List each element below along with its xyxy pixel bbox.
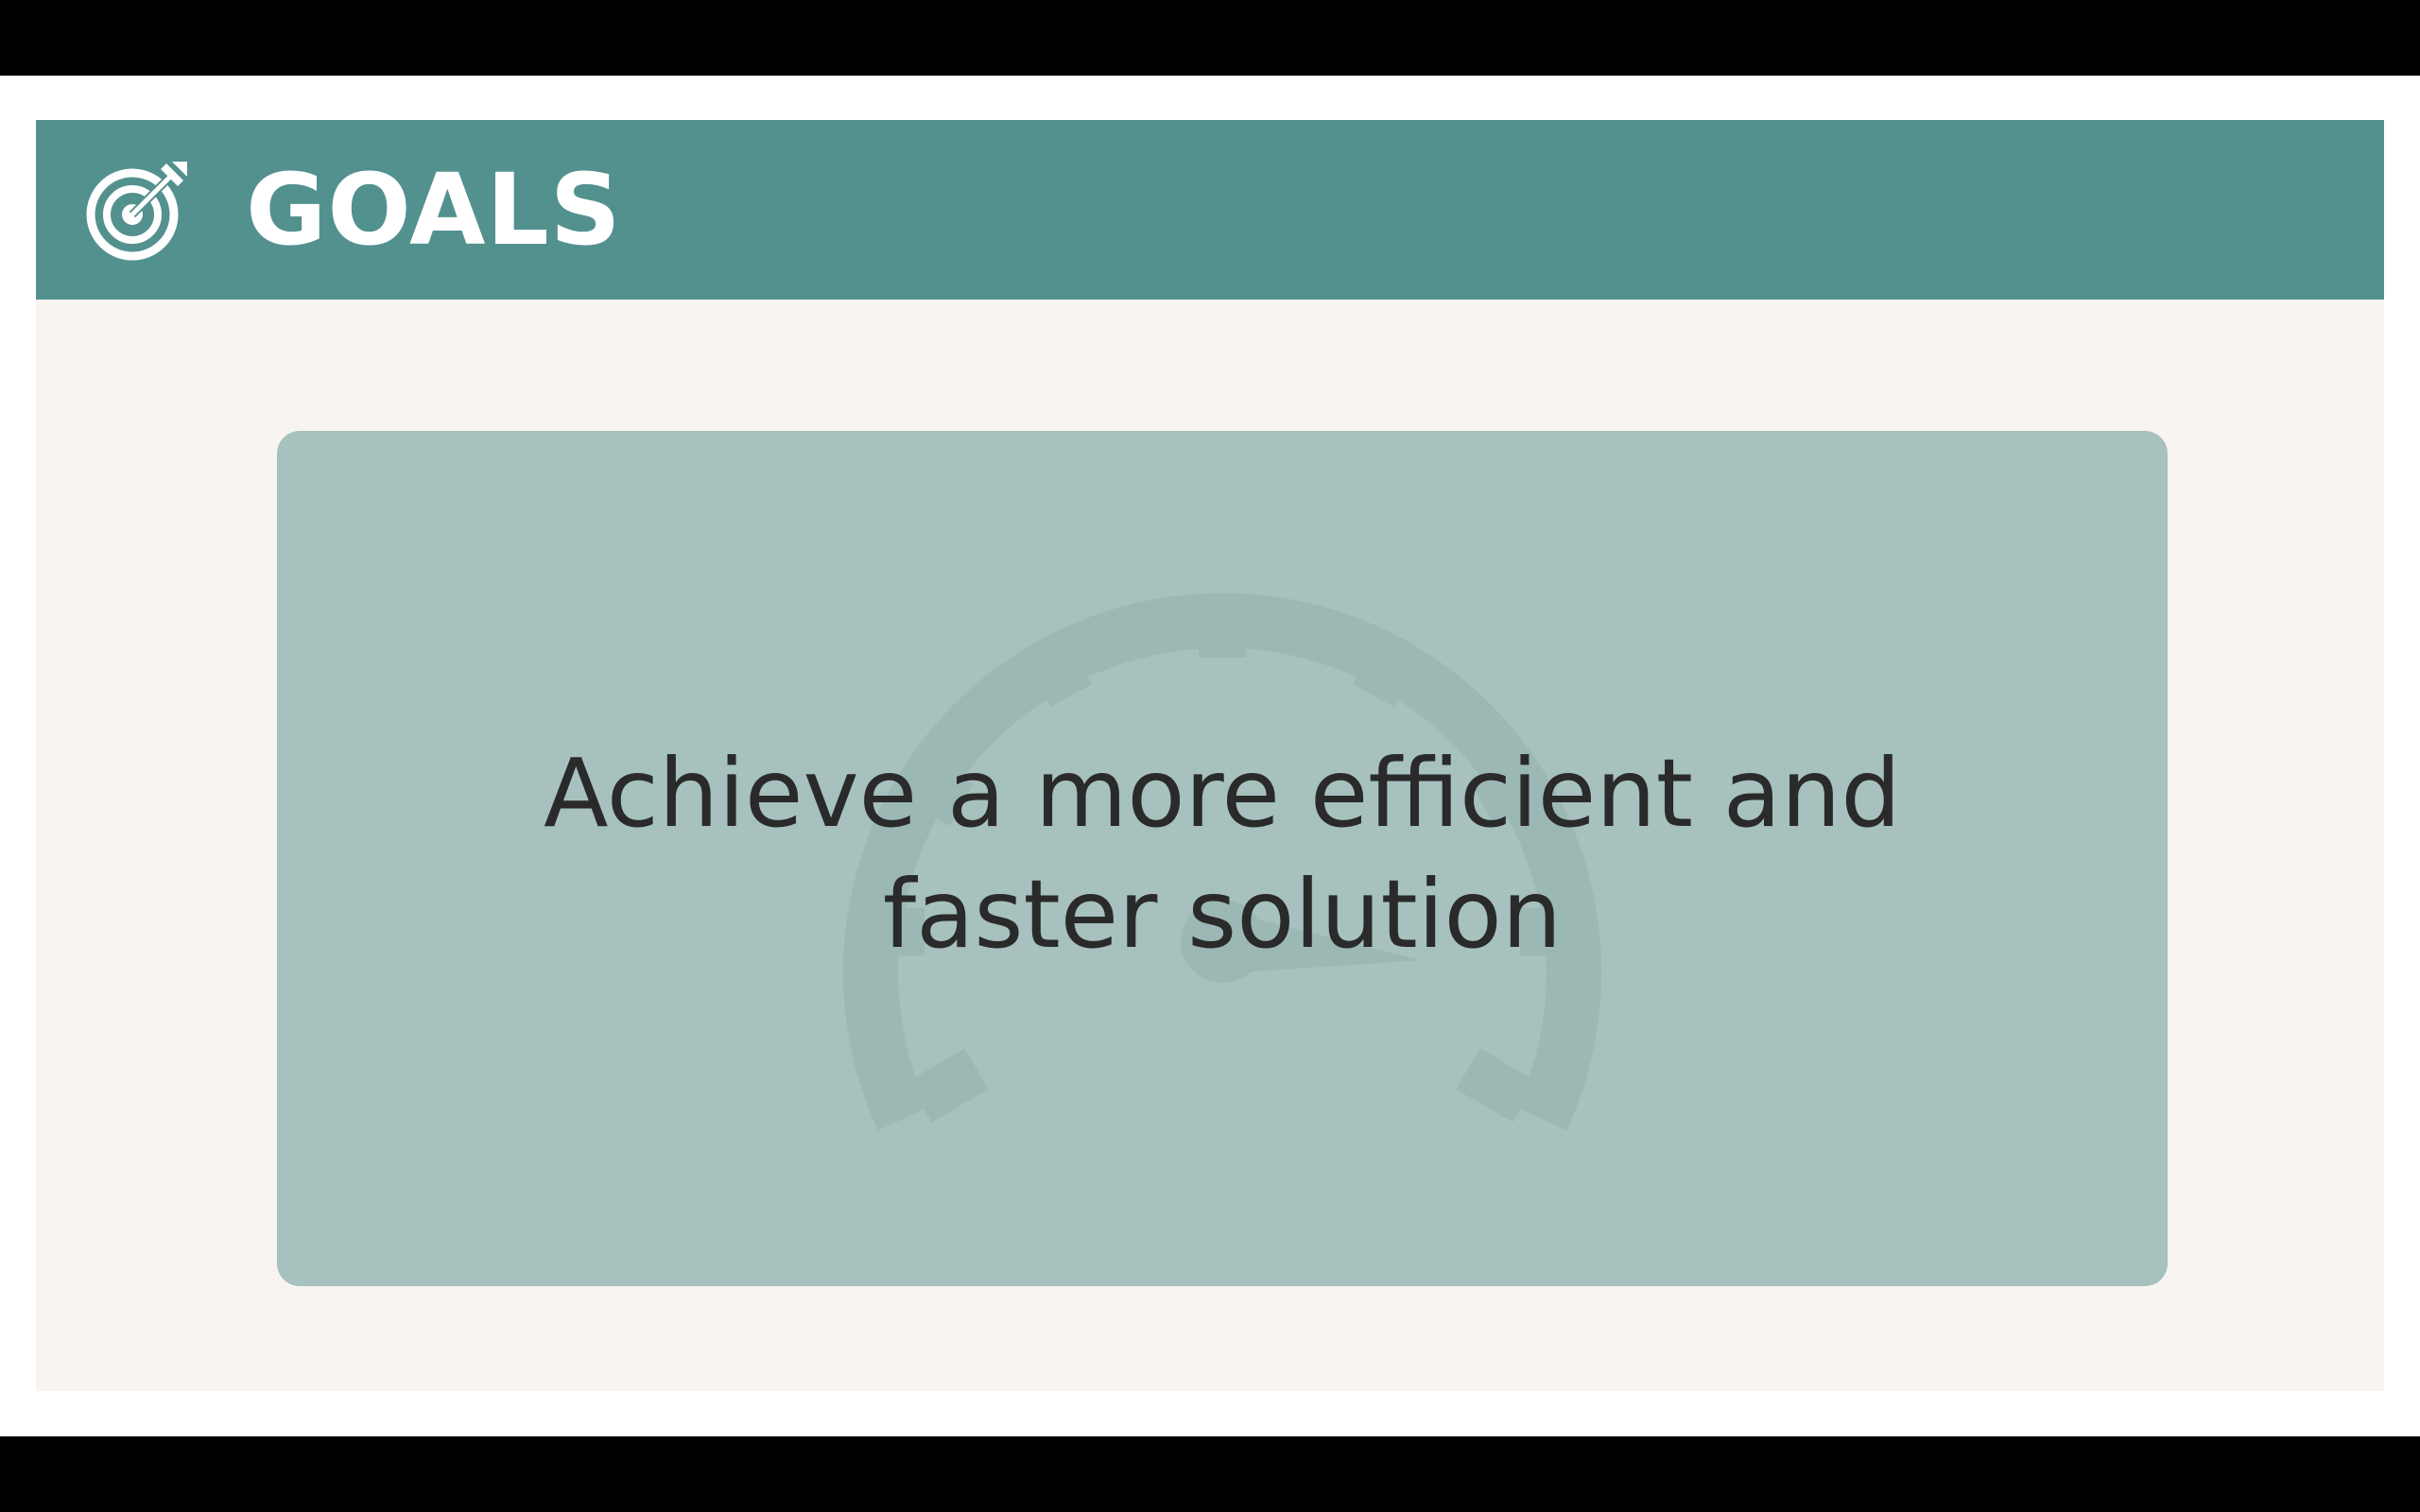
goal-card: Achieve a more efficient and faster solu…: [277, 431, 2168, 1286]
content-area: Achieve a more efficient and faster solu…: [36, 300, 2384, 1391]
target-arrow-icon: [86, 162, 187, 261]
goal-line-1: Achieve a more efficient and: [544, 738, 1901, 849]
page-title: GOALS: [246, 152, 622, 267]
goal-line-2: faster solution: [882, 859, 1563, 970]
goal-statement: Achieve a more efficient and faster solu…: [277, 733, 2168, 975]
letterbox-bottom: [0, 1436, 2420, 1512]
header-bar: GOALS: [36, 120, 2384, 300]
slide: GOALS Achieve a more efficient and faste…: [0, 76, 2420, 1436]
letterbox-top: [0, 0, 2420, 76]
